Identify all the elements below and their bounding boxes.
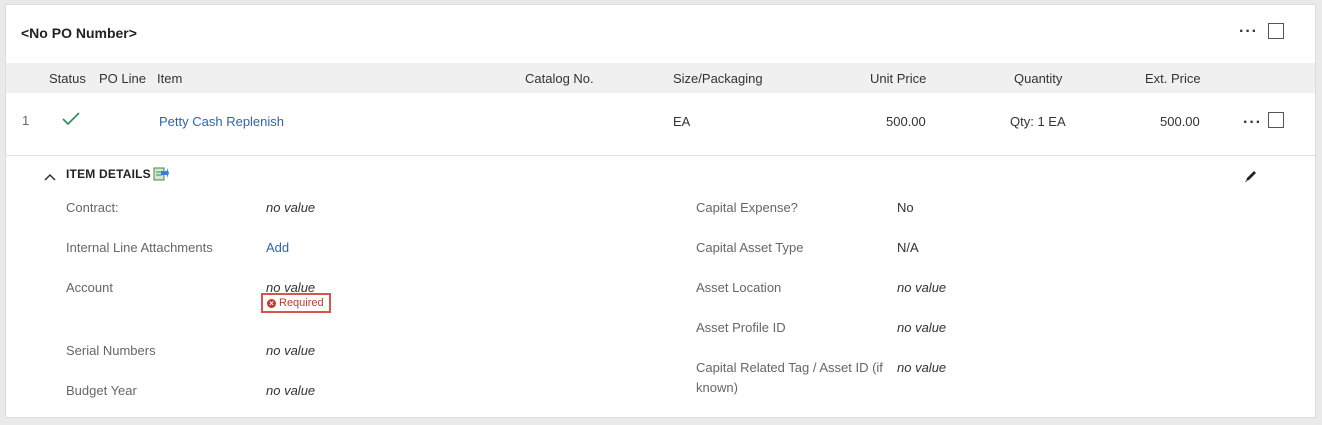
account-label: Account <box>66 280 113 295</box>
export-icon[interactable] <box>153 165 169 186</box>
col-quantity: Quantity <box>1014 71 1063 86</box>
capital-asset-type-label: Capital Asset Type <box>696 240 804 255</box>
serial-numbers-label: Serial Numbers <box>66 343 156 358</box>
asset-profile-id-label: Asset Profile ID <box>696 320 786 335</box>
ext-price-value: 500.00 <box>1160 114 1200 129</box>
contract-label: Contract: <box>66 200 119 215</box>
col-ext-price: Ext. Price <box>1145 71 1201 86</box>
contract-value: no value <box>266 200 316 215</box>
capital-tag-label-line2: known) <box>696 380 738 395</box>
item-details-title: ITEM DETAILS <box>66 167 151 181</box>
line-number: 1 <box>22 113 30 128</box>
required-text: Required <box>279 297 324 309</box>
table-header-row: Status PO Line Item Catalog No. Size/Pac… <box>6 63 1315 93</box>
col-unit-price: Unit Price <box>870 71 927 86</box>
budget-year-label: Budget Year <box>66 383 137 398</box>
edit-pencil-icon[interactable] <box>1244 169 1258 188</box>
col-po-line: PO Line <box>99 71 146 86</box>
capital-tag-label-line1: Capital Related Tag / Asset ID (if <box>696 360 883 375</box>
check-icon <box>61 111 81 132</box>
asset-location-value: no value <box>897 280 947 295</box>
asset-profile-id-value: no value <box>897 320 947 335</box>
capital-expense-value: No <box>897 200 914 215</box>
col-size-packaging: Size/Packaging <box>673 71 763 86</box>
asset-location-label: Asset Location <box>696 280 782 295</box>
capital-expense-label: Capital Expense? <box>696 200 798 215</box>
capital-tag-value: no value <box>897 360 947 375</box>
po-line-card: <No PO Number> ··· Status PO Line Item C… <box>5 4 1316 418</box>
error-x-icon: × <box>267 298 276 308</box>
size-packaging-value: EA <box>673 114 691 129</box>
attachments-label: Internal Line Attachments <box>66 240 213 255</box>
item-link[interactable]: Petty Cash Replenish <box>159 114 284 129</box>
line-select-checkbox[interactable] <box>1268 112 1284 128</box>
po-number-title: <No PO Number> <box>21 25 137 41</box>
header-more-options-icon[interactable]: ··· <box>1239 24 1258 40</box>
capital-asset-type-value: N/A <box>897 240 919 255</box>
account-required-badge: × Required <box>261 293 331 313</box>
quantity-value: Qty: 1 EA <box>1010 114 1066 129</box>
collapse-chevron-up-icon[interactable] <box>44 168 56 186</box>
col-catalog-no: Catalog No. <box>525 71 594 86</box>
add-attachment-link[interactable]: Add <box>266 240 289 255</box>
col-status: Status <box>49 71 86 86</box>
budget-year-value: no value <box>266 383 316 398</box>
unit-price-value: 500.00 <box>886 114 926 129</box>
line-more-options-icon[interactable]: ··· <box>1243 115 1262 131</box>
row-divider <box>6 155 1315 156</box>
serial-numbers-value: no value <box>266 343 316 358</box>
col-item: Item <box>157 71 183 86</box>
header-select-checkbox[interactable] <box>1268 23 1284 39</box>
